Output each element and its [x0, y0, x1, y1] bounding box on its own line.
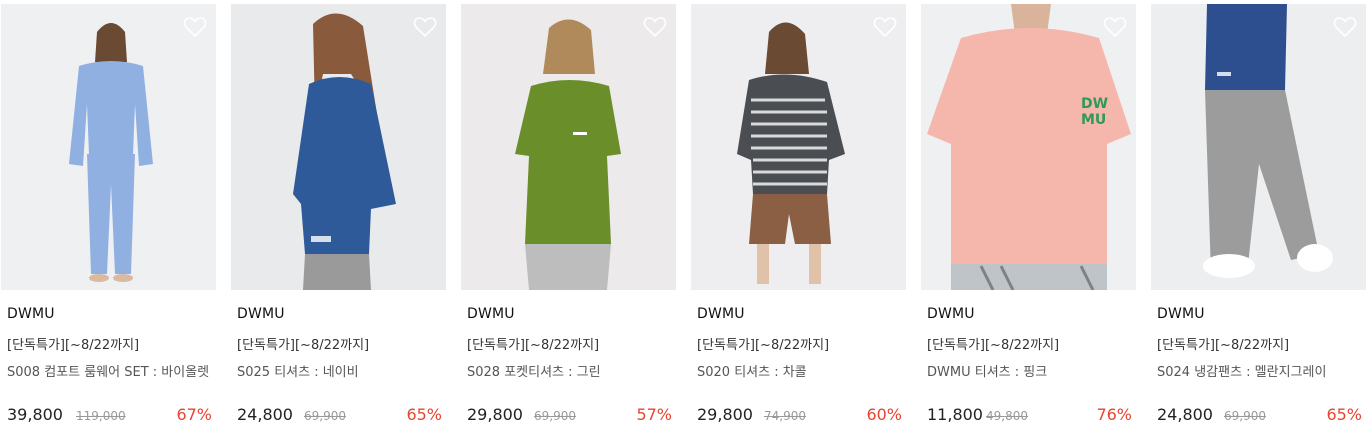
brand-name[interactable]: DWMU — [7, 306, 55, 322]
heart-outline-icon[interactable] — [1332, 14, 1358, 40]
heart-outline-icon[interactable] — [182, 14, 208, 40]
promo-label[interactable]: [단독특가][~8/22까지] — [467, 334, 599, 353]
promo-label[interactable]: [단독특가][~8/22까지] — [927, 334, 1059, 353]
original-price: 69,900 — [534, 409, 576, 423]
product-photo — [231, 4, 446, 290]
sale-price: 24,800 — [1157, 405, 1213, 424]
brand-name[interactable]: DWMU — [467, 306, 515, 322]
discount-rate: 60% — [866, 405, 902, 424]
product-card[interactable]: DW MU DWMU [단독특가][~8/22까지] DWMU 티셔츠 : 핑크… — [921, 0, 1136, 432]
sale-price: 24,800 — [237, 405, 293, 424]
brand-name[interactable]: DWMU — [697, 306, 745, 322]
discount-rate: 65% — [1326, 405, 1362, 424]
product-card[interactable]: DWMU [단독특가][~8/22까지] S028 포켓티셔츠 : 그린 29,… — [461, 0, 676, 432]
product-photo — [1, 4, 216, 290]
product-name[interactable]: S020 티셔츠 : 차콜 — [697, 361, 906, 380]
product-card[interactable]: DWMU [단독특가][~8/22까지] S025 티셔츠 : 네이비 24,8… — [231, 0, 446, 432]
product-image[interactable] — [1151, 4, 1366, 290]
product-image[interactable]: DW MU — [921, 4, 1136, 290]
product-card[interactable]: DWMU [단독특가][~8/22까지] S020 티셔츠 : 차콜 29,80… — [691, 0, 906, 432]
brand-name[interactable]: DWMU — [1157, 306, 1205, 322]
product-name[interactable]: S008 컴포트 룸웨어 SET : 바이올렛 — [7, 361, 216, 380]
heart-outline-icon[interactable] — [872, 14, 898, 40]
product-name[interactable]: S025 티셔츠 : 네이비 — [237, 361, 446, 380]
heart-outline-icon[interactable] — [1102, 14, 1128, 40]
original-price: 69,900 — [304, 409, 346, 423]
product-card[interactable]: DWMU [단독특가][~8/22까지] S024 냉감팬츠 : 멜란지그레이 … — [1151, 0, 1366, 432]
discount-rate: 67% — [176, 405, 212, 424]
product-photo — [691, 4, 906, 290]
brand-name[interactable]: DWMU — [927, 306, 975, 322]
product-name[interactable]: S028 포켓티셔츠 : 그린 — [467, 361, 676, 380]
promo-label[interactable]: [단독특가][~8/22까지] — [237, 334, 369, 353]
product-card[interactable]: DWMU [단독특가][~8/22까지] S008 컴포트 룸웨어 SET : … — [1, 0, 216, 432]
product-photo — [461, 4, 676, 290]
discount-rate: 57% — [636, 405, 672, 424]
product-photo — [1151, 4, 1366, 290]
promo-label[interactable]: [단독특가][~8/22까지] — [7, 334, 139, 353]
product-image[interactable] — [461, 4, 676, 290]
product-grid: DWMU [단독특가][~8/22까지] S008 컴포트 룸웨어 SET : … — [0, 0, 1370, 432]
sale-price: 29,800 — [697, 405, 753, 424]
heart-outline-icon[interactable] — [642, 14, 668, 40]
product-image[interactable] — [1, 4, 216, 290]
original-price: 69,900 — [1224, 409, 1266, 423]
svg-text:MU: MU — [1081, 112, 1106, 128]
discount-rate: 76% — [1096, 405, 1132, 424]
sale-price: 39,800 — [7, 405, 63, 424]
brand-name[interactable]: DWMU — [237, 306, 285, 322]
heart-outline-icon[interactable] — [412, 14, 438, 40]
original-price: 119,000 — [76, 409, 126, 423]
promo-label[interactable]: [단독특가][~8/22까지] — [1157, 334, 1289, 353]
original-price: 49,800 — [986, 409, 1028, 423]
svg-text:DW: DW — [1081, 96, 1108, 112]
promo-label[interactable]: [단독특가][~8/22까지] — [697, 334, 829, 353]
product-name[interactable]: DWMU 티셔츠 : 핑크 — [927, 361, 1136, 380]
product-name[interactable]: S024 냉감팬츠 : 멜란지그레이 — [1157, 361, 1366, 380]
product-image[interactable] — [231, 4, 446, 290]
sale-price: 29,800 — [467, 405, 523, 424]
product-image[interactable] — [691, 4, 906, 290]
sale-price: 11,800 — [927, 405, 983, 424]
discount-rate: 65% — [406, 405, 442, 424]
product-photo: DW MU — [921, 4, 1136, 290]
original-price: 74,900 — [764, 409, 806, 423]
